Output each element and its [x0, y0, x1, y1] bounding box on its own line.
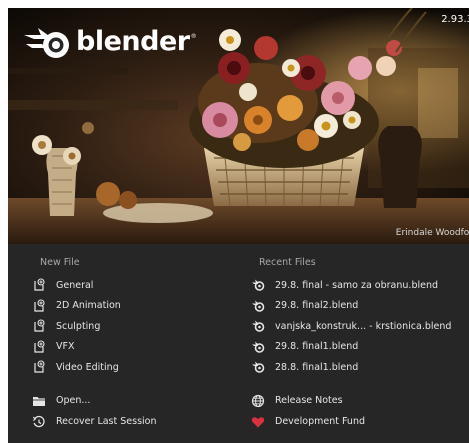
globe-icon [251, 394, 265, 408]
new-file-header: New File [40, 257, 80, 268]
open-button[interactable]: Open... [32, 390, 232, 411]
blender-file-icon [251, 340, 265, 354]
heart-icon [251, 415, 265, 429]
blender-logo-icon [24, 28, 69, 58]
new-file-video-editing-label: Video Editing [56, 361, 119, 373]
artwork-credit: Erindale Woodfor [395, 228, 469, 238]
new-file-icon [32, 299, 46, 313]
new-file-section: New File General 2D Animation Sculpting … [32, 254, 232, 378]
development-fund-label: Development Fund [275, 416, 365, 427]
recent-file-label: 28.8. final1.blend [275, 361, 359, 373]
registered-mark: ® [190, 32, 197, 40]
recent-file-item[interactable]: 29.8. final1.blend [251, 337, 469, 358]
version-label: 2.93.3 [441, 14, 469, 25]
new-file-vfx-label: VFX [56, 341, 75, 353]
development-fund-link[interactable]: Development Fund [251, 411, 469, 432]
splash-screen: blender ® 2.93.3 Erindale Woodfor New Fi… [8, 8, 469, 443]
release-notes-label: Release Notes [275, 395, 343, 406]
new-file-general[interactable]: General [32, 275, 232, 296]
new-file-icon [32, 340, 46, 354]
new-file-icon [32, 360, 46, 374]
recover-last-session-button[interactable]: Recover Last Session [32, 411, 232, 432]
new-file-video-editing[interactable]: Video Editing [32, 357, 232, 378]
new-file-icon [32, 278, 46, 292]
open-button-label: Open... [56, 395, 91, 406]
recent-file-label: 29.8. final - samo za obranu.blend [275, 279, 439, 291]
recent-file-label: 29.8. final1.blend [275, 341, 359, 353]
recent-file-item[interactable]: 29.8. final2.blend [251, 296, 469, 317]
blender-file-icon [251, 278, 265, 292]
recent-file-label: 29.8. final2.blend [275, 300, 359, 312]
recent-files-header: Recent Files [259, 257, 316, 268]
file-actions: Open... Recover Last Session [32, 390, 232, 432]
web-links: Release Notes Development Fund [251, 390, 469, 432]
new-file-2d-animation[interactable]: 2D Animation [32, 296, 232, 317]
new-file-icon [32, 319, 46, 333]
recent-file-item[interactable]: 29.8. final - samo za obranu.blend [251, 275, 469, 296]
blender-file-icon [251, 299, 265, 313]
recover-icon [32, 415, 46, 429]
blender-file-icon [251, 360, 265, 374]
folder-icon [32, 394, 46, 408]
new-file-vfx[interactable]: VFX [32, 337, 232, 358]
recent-file-label: vanjska_konstruk... - krstionica.blend [275, 320, 452, 332]
recent-file-item[interactable]: 28.8. final1.blend [251, 357, 469, 378]
release-notes-link[interactable]: Release Notes [251, 390, 469, 411]
new-file-sculpting-label: Sculpting [56, 320, 101, 332]
recent-file-item[interactable]: vanjska_konstruk... - krstionica.blend [251, 316, 469, 337]
recent-files-section: Recent Files 29.8. final - samo za obran… [251, 254, 469, 378]
blender-file-icon [251, 319, 265, 333]
recover-last-session-label: Recover Last Session [56, 416, 157, 427]
blender-logo-text: blender [76, 26, 190, 57]
new-file-sculpting[interactable]: Sculpting [32, 316, 232, 337]
splash-image: blender ® 2.93.3 Erindale Woodfor [8, 8, 469, 244]
new-file-2d-animation-label: 2D Animation [56, 300, 121, 312]
blender-logo: blender ® [22, 22, 197, 62]
new-file-general-label: General [56, 279, 94, 291]
